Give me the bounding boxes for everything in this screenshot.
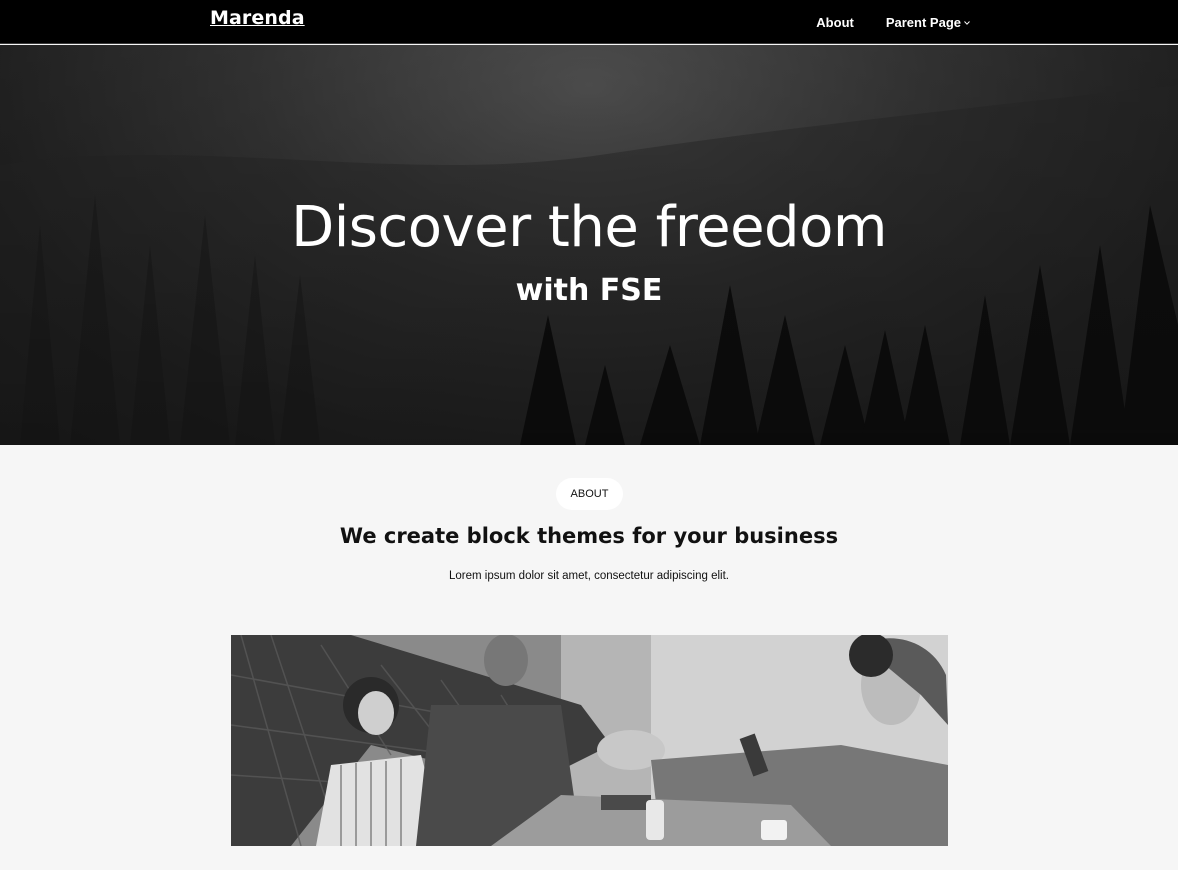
team-handshake-image [231, 635, 948, 846]
hero-subtitle: with FSE [515, 273, 663, 308]
about-badge: ABOUT [556, 478, 623, 510]
nav-item-label: Parent Page [885, 14, 961, 30]
hero-cover: Discover the freedom with FSE [0, 45, 1178, 445]
site-header: Marenda About Parent Page [0, 0, 1178, 44]
about-heading: We create block themes for your business [339, 524, 839, 548]
hero-title: Discover the freedom [291, 195, 887, 260]
main-nav: About Parent Page [816, 0, 970, 44]
nav-item-about[interactable]: About [816, 15, 854, 30]
nav-item-parent-page[interactable]: Parent Page [886, 15, 970, 30]
about-text: Lorem ipsum dolor sit amet, consectetur … [449, 570, 729, 582]
chevron-down-icon [964, 20, 970, 25]
site-title-link[interactable]: Marenda [210, 7, 305, 29]
nav-item-label: About [816, 14, 854, 30]
handshake-photo-illustration [231, 635, 948, 846]
